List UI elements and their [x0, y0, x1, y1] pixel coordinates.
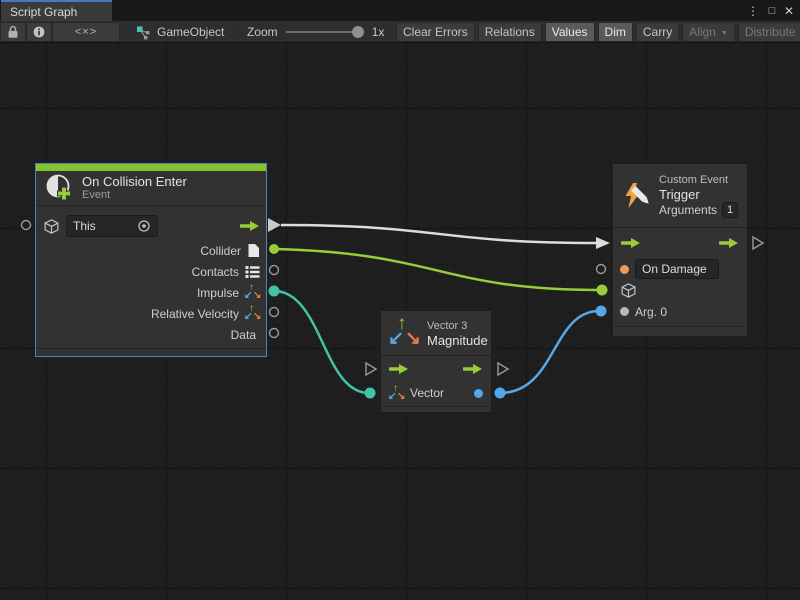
tab-bar: Script Graph ⋮ □ ✕	[0, 0, 800, 21]
port-collider-out-connected[interactable]	[269, 244, 279, 254]
zoom-knob[interactable]	[352, 26, 364, 38]
graph-canvas[interactable]: On Collision Enter Event This	[0, 43, 800, 600]
port-contacts-out-empty[interactable]	[270, 266, 279, 275]
port-impulse-out-connected[interactable]	[269, 286, 280, 297]
distribute-dropdown[interactable]: Distribute ▼	[738, 22, 800, 42]
wire-magnitude-to-arg0[interactable]	[500, 311, 599, 393]
wire-impulse-to-vector[interactable]	[274, 291, 369, 393]
align-dropdown[interactable]: Align ▼	[682, 22, 735, 42]
close-icon[interactable]: ✕	[780, 0, 798, 21]
clear-errors-button[interactable]: Clear Errors	[396, 22, 475, 42]
lock-icon	[7, 25, 19, 39]
port-target-in-connected[interactable]	[597, 285, 608, 296]
zoom-value: 1x	[372, 25, 385, 39]
port-magnitude-out-connected[interactable]	[495, 388, 506, 399]
port-arg0-in-connected[interactable]	[596, 306, 607, 317]
port-event-name-in-empty[interactable]	[597, 265, 606, 274]
code-icon: <×>	[75, 26, 97, 38]
gameobject-breadcrumb[interactable]: GameObject	[136, 22, 224, 42]
tab-label: Script Graph	[10, 5, 77, 19]
port-flow-out-empty-vector3[interactable]	[498, 363, 508, 375]
info-icon	[33, 25, 45, 39]
port-vector-in-connected[interactable]	[365, 388, 376, 399]
wire-arrowhead	[596, 237, 610, 249]
code-view-button[interactable]: <×>	[52, 22, 120, 42]
tab-script-graph[interactable]: Script Graph	[1, 0, 112, 21]
gameobject-graph-icon	[136, 25, 151, 40]
carry-toggle[interactable]: Carry	[636, 22, 679, 42]
zoom-label: Zoom	[247, 25, 278, 39]
port-flow-out-empty-custom-event[interactable]	[753, 237, 763, 249]
window-menu-icon[interactable]: ⋮	[744, 0, 762, 21]
zoom-slider[interactable]	[286, 31, 364, 33]
graph-toolbar: <×> GameObject Zoom 1x Clear Errors Rela…	[0, 21, 800, 43]
script-graph-window: Script Graph ⋮ □ ✕ <×>	[0, 0, 800, 600]
relations-button[interactable]: Relations	[478, 22, 542, 42]
wire-collider-to-target[interactable]	[274, 249, 601, 290]
port-target-in-empty[interactable]	[22, 221, 31, 230]
chevron-down-icon: ▼	[721, 30, 728, 37]
values-toggle[interactable]: Values	[545, 22, 595, 42]
dim-toggle[interactable]: Dim	[598, 22, 633, 42]
wire-layer	[0, 43, 800, 600]
info-button[interactable]	[26, 22, 52, 42]
wire-control-flow[interactable]	[281, 225, 596, 243]
port-flow-in-empty-vector3[interactable]	[366, 363, 376, 375]
port-trigger-out-connected[interactable]	[268, 218, 281, 232]
gameobject-label: GameObject	[157, 25, 224, 39]
port-relative-velocity-out-empty[interactable]	[270, 308, 279, 317]
lock-button[interactable]	[0, 22, 26, 42]
maximize-icon[interactable]: □	[763, 0, 781, 21]
port-data-out-empty[interactable]	[270, 329, 279, 338]
